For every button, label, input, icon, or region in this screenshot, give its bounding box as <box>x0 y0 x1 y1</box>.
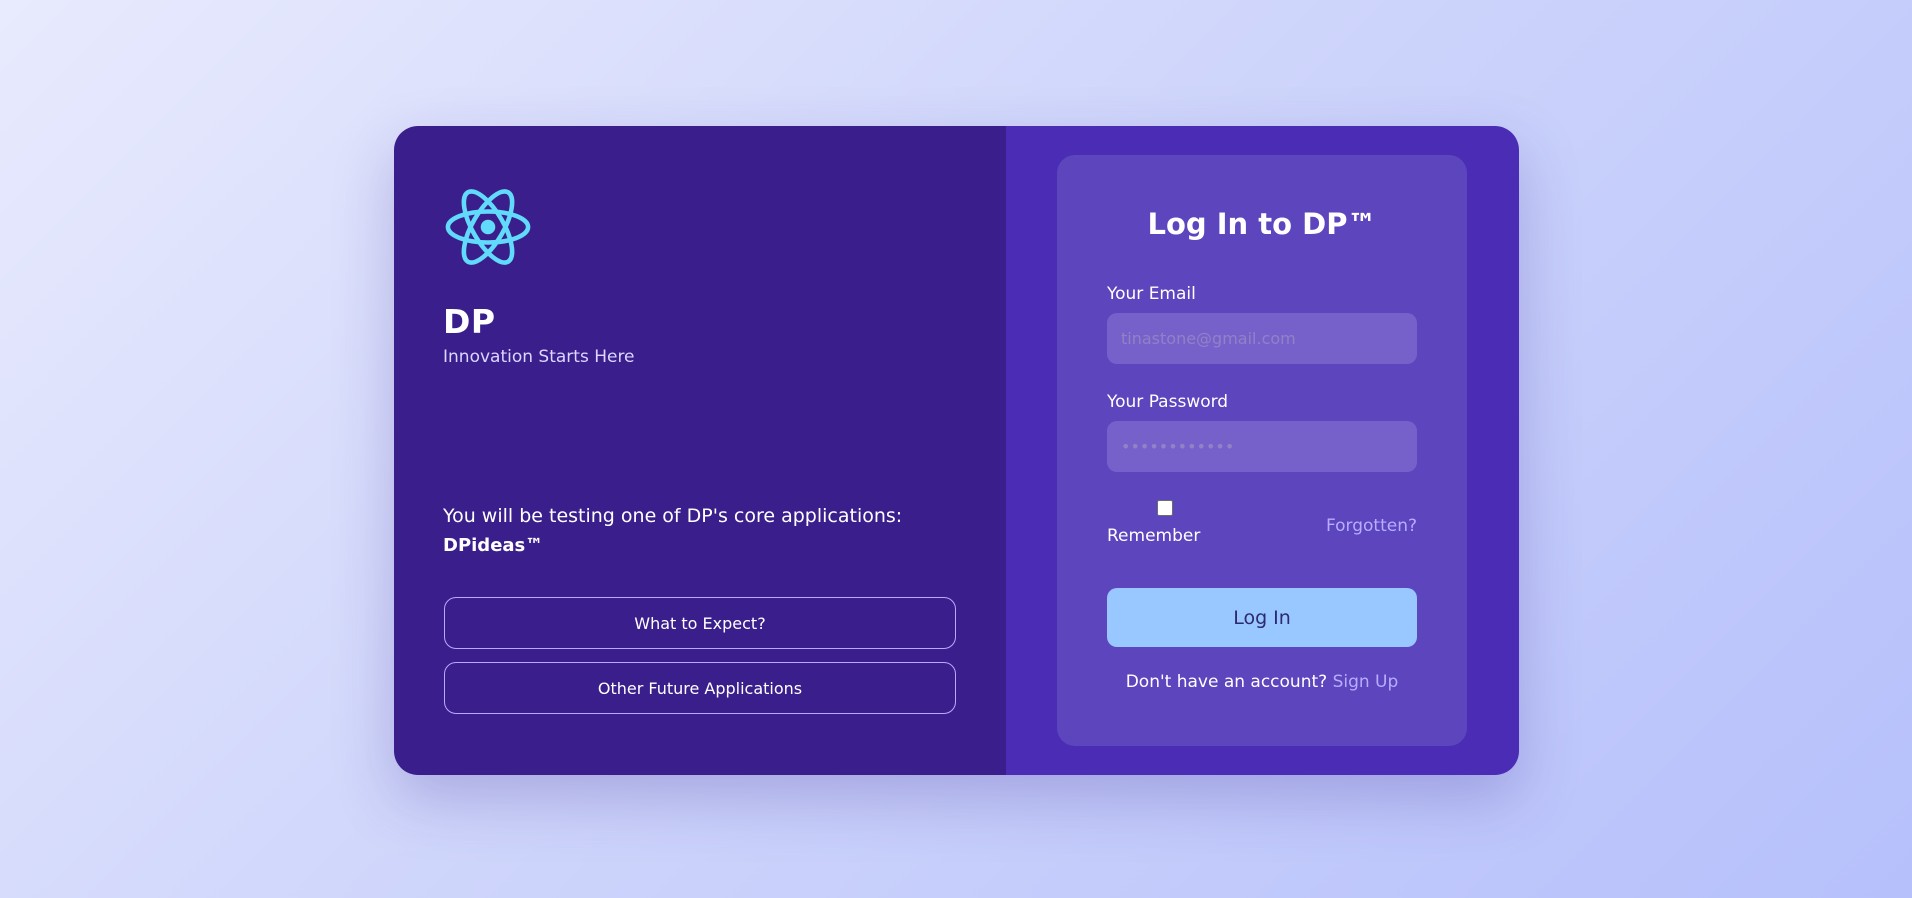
signup-row: Don't have an account? Sign Up <box>1057 672 1467 692</box>
login-form: Log In to DP™ Your Email Your Password R… <box>1057 155 1467 746</box>
forgot-password-link[interactable]: Forgotten? <box>1326 516 1417 536</box>
login-card: DP Innovation Starts Here You will be te… <box>394 126 1519 775</box>
atom-icon <box>445 189 531 265</box>
remember-label: Remember <box>1107 526 1201 546</box>
password-field[interactable] <box>1107 421 1417 472</box>
email-label: Your Email <box>1107 284 1196 304</box>
what-to-expect-button[interactable]: What to Expect? <box>444 597 956 649</box>
intro-text: You will be testing one of DP's core app… <box>443 505 903 527</box>
login-panel: Log In to DP™ Your Email Your Password R… <box>1006 126 1519 775</box>
password-label: Your Password <box>1107 392 1229 412</box>
brand-name: DP <box>443 302 496 341</box>
other-applications-button[interactable]: Other Future Applications <box>444 662 956 714</box>
intro-app-name: DPideas™ <box>443 535 544 556</box>
login-button[interactable]: Log In <box>1107 588 1417 647</box>
email-field[interactable] <box>1107 313 1417 364</box>
brand-panel: DP Innovation Starts Here You will be te… <box>394 126 1006 775</box>
signup-link[interactable]: Sign Up <box>1333 672 1399 692</box>
intro-text-block: You will be testing one of DP's core app… <box>443 501 963 561</box>
signup-prompt: Don't have an account? <box>1125 672 1328 692</box>
remember-checkbox[interactable] <box>1157 500 1173 516</box>
brand-tagline: Innovation Starts Here <box>443 347 635 367</box>
login-title: Log In to DP™ <box>1147 207 1377 241</box>
